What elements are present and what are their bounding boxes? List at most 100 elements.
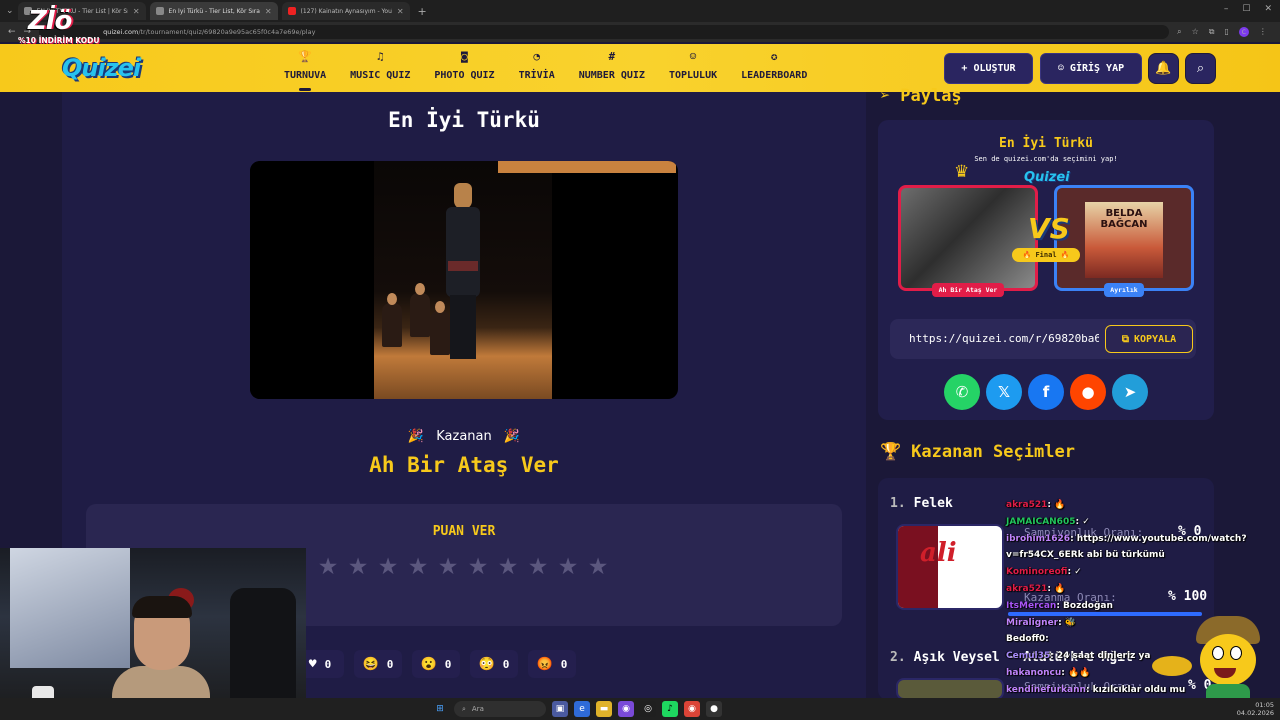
browser-tab[interactable]: En İyi Türkü - Tier List, Kör Sıral... ✕ <box>149 2 278 20</box>
windows-start-icon[interactable]: ⊞ <box>432 701 448 717</box>
rating-star-icon[interactable]: ★ <box>496 554 520 580</box>
finalist-left-image <box>898 185 1038 291</box>
steam-icon[interactable]: ◎ <box>640 701 656 717</box>
zoom-icon[interactable]: ⌕ <box>1177 27 1181 37</box>
close-window-icon[interactable]: ✕ <box>1264 4 1272 14</box>
taskbar-icons: ⊞ ⌕ Ara ▣ e ▬ ◉ ◎ ♪ ◉ ● <box>432 701 722 717</box>
facebook-share-button[interactable]: f <box>1028 374 1064 410</box>
nav-item-label: TURNUVA <box>284 70 327 81</box>
reddit-share-button[interactable]: ● <box>1070 374 1106 410</box>
create-button[interactable]: + OLUŞTUR <box>944 53 1033 84</box>
tab-menu-icon[interactable]: ⌄ <box>6 6 14 16</box>
widgets-icon[interactable]: ▣ <box>552 701 568 717</box>
login-button[interactable]: ☺ GİRİŞ YAP <box>1040 53 1142 84</box>
browser-tab[interactable]: (127) Kainatın Aynasıyım - YouT... ✕ <box>281 2 410 20</box>
nav-item-turnuva[interactable]: 🏆 TURNUVA <box>272 50 338 91</box>
nav-item-number-quiz[interactable]: # NUMBER QUIZ <box>567 50 657 81</box>
reaction-count: 0 <box>324 657 332 671</box>
file-explorer-icon[interactable]: ▬ <box>596 701 612 717</box>
chat-message: kendinefurkann: kızılcıklar oldu mu <box>1006 685 1185 695</box>
nav-item-label: LEADERBOARD <box>741 70 808 81</box>
webcam-overlay <box>0 548 306 720</box>
x-share-button[interactable]: 𝕏 <box>986 374 1022 410</box>
chat-text: : ✓ <box>1075 516 1090 527</box>
chat-username: Cemul35 <box>1006 651 1051 662</box>
minimize-icon[interactable]: – <box>1224 4 1229 14</box>
youtube-favicon <box>287 7 296 15</box>
close-tab-icon[interactable]: ✕ <box>397 7 404 16</box>
sidebar-icon[interactable]: ▯ <box>1224 27 1228 37</box>
rating-star-icon[interactable]: ★ <box>556 554 580 580</box>
rating-star-icon[interactable]: ★ <box>316 554 340 580</box>
reaction-button[interactable]: 😳 0 <box>470 650 518 678</box>
facebook-icon: f <box>1042 383 1050 401</box>
obs-icon[interactable]: ● <box>706 701 722 717</box>
stream-logo: Zİö <box>28 6 72 36</box>
user-icon: ☺ <box>1057 63 1064 74</box>
telegram-share-button[interactable]: ➤ <box>1112 374 1148 410</box>
rating-star-icon[interactable]: ★ <box>406 554 430 580</box>
discord-icon[interactable]: ◉ <box>618 701 634 717</box>
close-tab-icon[interactable]: ✕ <box>133 7 140 16</box>
winner-item-image <box>896 678 1004 700</box>
chat-message: Bedoff0: <box>1006 634 1049 644</box>
nav-item-label: TRİVİA <box>518 70 555 81</box>
rate-title: PUAN VER <box>432 524 496 539</box>
profile-avatar[interactable]: C <box>1238 27 1249 37</box>
reaction-button[interactable]: 😡 0 <box>528 650 576 678</box>
browser-tabbar: ⌄ EN İYİ TÜRKÜ - Tier List | Kör Sıra...… <box>0 0 1280 22</box>
chat-text: : <box>1045 634 1049 645</box>
quizei-logo[interactable]: Quizei <box>62 54 141 82</box>
address-bar[interactable]: quizei.com /tr/tournament/quiz/69820a9e9… <box>39 25 1170 39</box>
reaction-button[interactable]: 😆 0 <box>354 650 402 678</box>
chat-username: ItsMercan <box>1006 600 1057 611</box>
copy-icon: ⧉ <box>1121 333 1129 345</box>
new-tab-button[interactable]: + <box>418 5 427 18</box>
chrome-icon[interactable]: ◉ <box>684 701 700 717</box>
edge-icon[interactable]: e <box>574 701 590 717</box>
system-clock[interactable]: 01:05 04.02.2026 <box>1237 701 1274 717</box>
search-button[interactable]: ⌕ <box>1185 53 1216 84</box>
heart-icon: ♥ <box>308 656 317 672</box>
extensions-icon[interactable]: ⧉ <box>1209 27 1215 37</box>
coins-graphic <box>1152 656 1192 676</box>
chat-text: : 🔥🔥 <box>1061 668 1091 678</box>
vs-badge: VS <box>1028 212 1070 245</box>
plus-icon: + <box>961 63 968 74</box>
browser-toolbar: ← → quizei.com /tr/tournament/quiz/69820… <box>0 22 1280 42</box>
taskbar-search[interactable]: ⌕ Ara <box>454 701 546 717</box>
spotify-icon[interactable]: ♪ <box>662 701 678 717</box>
search-icon: ⌕ <box>462 704 466 713</box>
nav-item-photo-quiz[interactable]: ◙ PHOTO QUIZ <box>422 50 506 81</box>
whatsapp-icon: ✆ <box>955 383 969 401</box>
nav-item-topluluk[interactable]: ☺ TOPLULUK <box>657 50 729 81</box>
copy-button[interactable]: ⧉ KOPYALA <box>1105 325 1193 353</box>
x-icon: 𝕏 <box>997 383 1011 401</box>
rating-star-icon[interactable]: ★ <box>346 554 370 580</box>
nav-item-leaderboard[interactable]: ✪ LEADERBOARD <box>729 50 819 81</box>
rating-star-icon[interactable]: ★ <box>436 554 460 580</box>
reaction-count: 0 <box>386 657 394 671</box>
close-tab-icon[interactable]: ✕ <box>265 7 272 16</box>
back-icon[interactable]: ← <box>8 27 16 37</box>
nav-item-music-quiz[interactable]: ♫ MUSIC QUIZ <box>338 50 422 81</box>
notifications-button[interactable]: 🔔 <box>1148 53 1179 84</box>
rating-star-icon[interactable]: ★ <box>586 554 610 580</box>
whatsapp-share-button[interactable]: ✆ <box>944 374 980 410</box>
chat-username: kendinefurkann <box>1006 684 1086 695</box>
share-link[interactable]: https://quizei.com/r/69820ba6c <box>909 332 1099 345</box>
winner-item-title[interactable]: 1. Felek <box>890 496 953 511</box>
chat-message: ibrohim1626: https://www.youtube.com/wat… <box>1006 534 1247 544</box>
bookmark-star-icon[interactable]: ☆ <box>1192 27 1199 37</box>
rating-star-icon[interactable]: ★ <box>466 554 490 580</box>
rating-star-icon[interactable]: ★ <box>376 554 400 580</box>
chat-text: : kızılcıklar oldu mu <box>1085 684 1186 695</box>
nav-item-tri̇vi̇a[interactable]: ◔ TRİVİA <box>507 50 567 81</box>
rating-star-icon[interactable]: ★ <box>526 554 550 580</box>
nav-item-label: MUSIC QUIZ <box>350 70 411 81</box>
maximize-icon[interactable]: ☐ <box>1242 4 1250 14</box>
chat-username: Bedoff0 <box>1006 634 1046 645</box>
browser-menu-icon[interactable]: ⋮ <box>1259 27 1267 37</box>
chat-message: ItsMercan: Bozdoğan <box>1006 601 1113 611</box>
reaction-button[interactable]: 😮 0 <box>412 650 460 678</box>
